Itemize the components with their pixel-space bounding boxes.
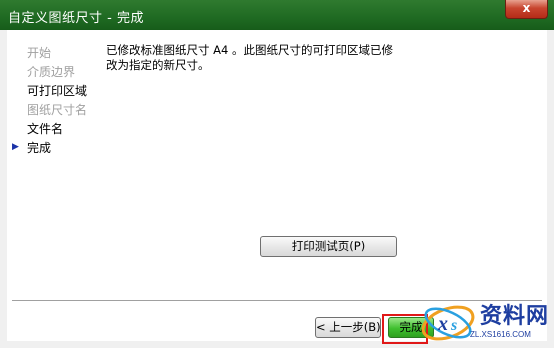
wizard-steps: 开始 介质边界 可打印区域 图纸尺寸名 文件名 ▶ 完成 (7, 30, 97, 330)
watermark-logo-icon: x s (421, 305, 475, 341)
completion-message: 已修改标准图纸尺寸 A4 。此图纸尺寸的可打印区域已修 改为指定的新尺寸。 (106, 43, 406, 73)
title-bar[interactable]: 自定义图纸尺寸 - 完成 x (0, 0, 554, 30)
watermark-text: 资料网 (480, 304, 550, 329)
window-title: 自定义图纸尺寸 - 完成 (8, 11, 144, 26)
step-start: 开始 (27, 46, 52, 60)
close-button[interactable]: x (505, 0, 548, 19)
message-line-2: 改为指定的新尺寸。 (106, 58, 210, 72)
step-finish: 完成 (27, 141, 52, 155)
svg-text:s: s (450, 317, 457, 334)
watermark-url: ZL.XS1616.COM (470, 330, 531, 339)
current-step-arrow-icon: ▶ (12, 142, 19, 152)
print-test-page-button[interactable]: 打印测试页(P) (260, 236, 397, 257)
dialog-window: 自定义图纸尺寸 - 完成 x 开始 介质边界 可打印区域 图纸尺寸名 文件名 ▶… (0, 0, 554, 348)
site-watermark: x s 资料网 ZL.XS1616.COM (418, 296, 554, 348)
back-button[interactable]: < 上一步(B) (315, 317, 381, 338)
step-media-bounds: 介质边界 (27, 65, 76, 79)
close-icon: x (522, 1, 531, 15)
svg-text:x: x (437, 313, 448, 335)
dialog-content: 开始 介质边界 可打印区域 图纸尺寸名 文件名 ▶ 完成 已修改标准图纸尺寸 A… (7, 30, 547, 341)
step-file-name: 文件名 (27, 122, 64, 136)
step-paper-size-name: 图纸尺寸名 (27, 103, 88, 117)
message-line-1: 已修改标准图纸尺寸 A4 。此图纸尺寸的可打印区域已修 (106, 43, 393, 57)
step-printable-area: 可打印区域 (27, 84, 88, 98)
